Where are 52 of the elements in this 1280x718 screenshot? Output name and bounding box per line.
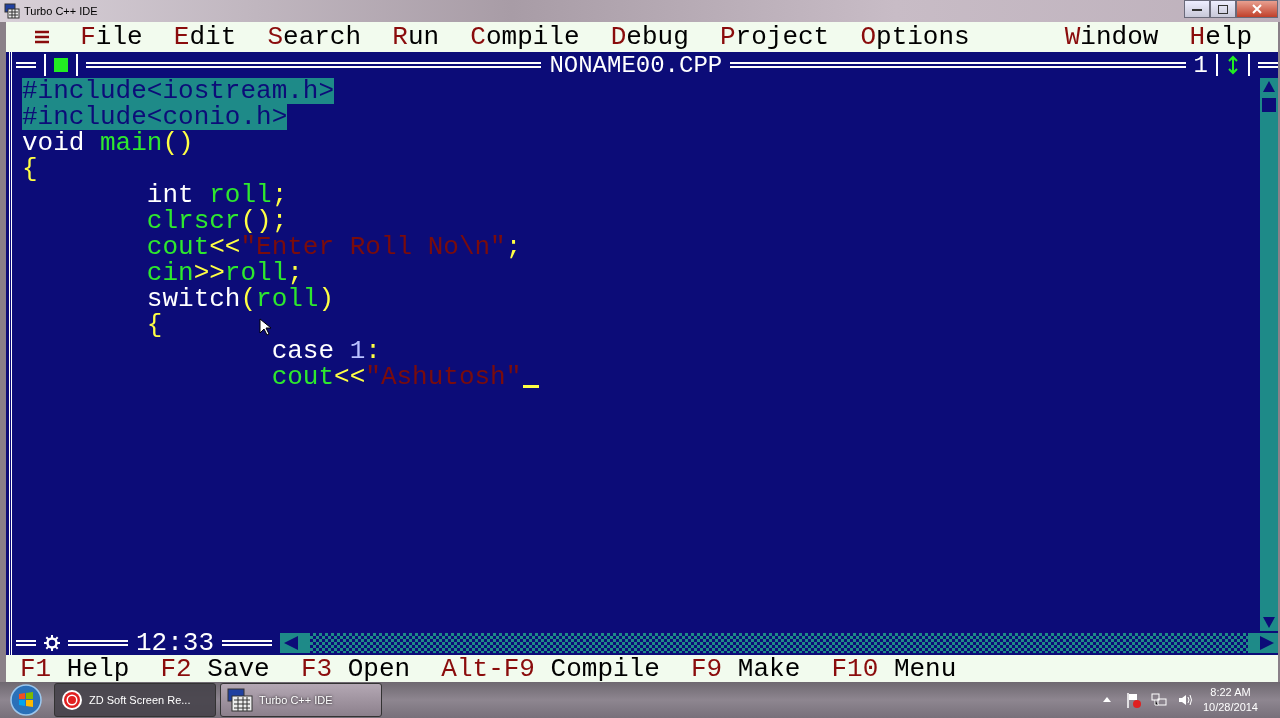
- code-line: int roll;: [145, 182, 288, 208]
- menu-icon[interactable]: [35, 30, 49, 44]
- code-line: case 1:: [270, 338, 381, 364]
- app-window-icon: [227, 688, 253, 712]
- shortcut-hint[interactable]: Alt-F9 Compile: [441, 653, 660, 684]
- network-icon[interactable]: [1150, 692, 1167, 708]
- minimize-button[interactable]: [1184, 0, 1210, 18]
- taskbar-button[interactable]: ZD Soft Screen Re...: [54, 683, 216, 717]
- window-number: 1: [1193, 51, 1208, 79]
- code-line: cout<<"Enter Roll No\n";: [145, 234, 522, 260]
- record-icon: [61, 689, 83, 711]
- pointer-icon: [259, 318, 271, 336]
- zoom-box[interactable]: [1216, 54, 1250, 76]
- menu-item[interactable]: Debug: [610, 22, 689, 52]
- code-line: switch(roll): [145, 286, 335, 312]
- vertical-scrollbar[interactable]: [1260, 78, 1278, 631]
- minimize-icon: [1192, 6, 1202, 12]
- frame-line: [16, 640, 36, 646]
- scroll-thumb[interactable]: [1262, 98, 1276, 112]
- menu-item[interactable]: File: [80, 22, 143, 52]
- shortcut-hint[interactable]: F10 Menu: [831, 653, 957, 684]
- speaker-icon[interactable]: [1176, 692, 1193, 708]
- menu-item[interactable]: Help: [1189, 22, 1252, 52]
- code-line: void main(): [22, 130, 194, 156]
- file-title: NONAME00.CPP: [549, 51, 723, 79]
- menu-item[interactable]: Project: [720, 22, 830, 52]
- menu-item[interactable]: Run: [392, 22, 440, 52]
- code-line: clrscr();: [145, 208, 288, 234]
- gear-icon: [44, 635, 60, 651]
- clock-time[interactable]: 8:22 AM: [1210, 685, 1251, 700]
- code-line: cout<<"Ashutosh": [22, 364, 539, 390]
- close-box[interactable]: [44, 54, 78, 76]
- shortcut-hint[interactable]: F1 Help: [20, 653, 130, 684]
- maximize-button[interactable]: [1210, 0, 1236, 18]
- close-button[interactable]: [1236, 0, 1278, 18]
- flag-icon[interactable]: [1124, 692, 1141, 708]
- clock-date[interactable]: 10/28/2014: [1202, 700, 1258, 715]
- menu-item[interactable]: Window: [1064, 22, 1159, 52]
- menu-item[interactable]: Options: [860, 22, 970, 52]
- app-icon: [4, 3, 20, 19]
- shortcut-hint[interactable]: F3 Open: [300, 653, 411, 684]
- menu-item[interactable]: Compile: [470, 22, 580, 52]
- shortcut-hint[interactable]: F9 Make: [691, 653, 801, 684]
- close-icon: [1252, 4, 1262, 14]
- code-line: {: [22, 156, 38, 182]
- code-line: {: [145, 312, 163, 338]
- code-line: cin>>roll;: [145, 260, 303, 286]
- frame-line: [16, 62, 36, 68]
- menu-item[interactable]: Edit: [173, 22, 237, 52]
- menu-item[interactable]: Search: [267, 22, 362, 52]
- maximize-icon: [1218, 4, 1228, 14]
- window-title: Turbo C++ IDE: [24, 5, 99, 17]
